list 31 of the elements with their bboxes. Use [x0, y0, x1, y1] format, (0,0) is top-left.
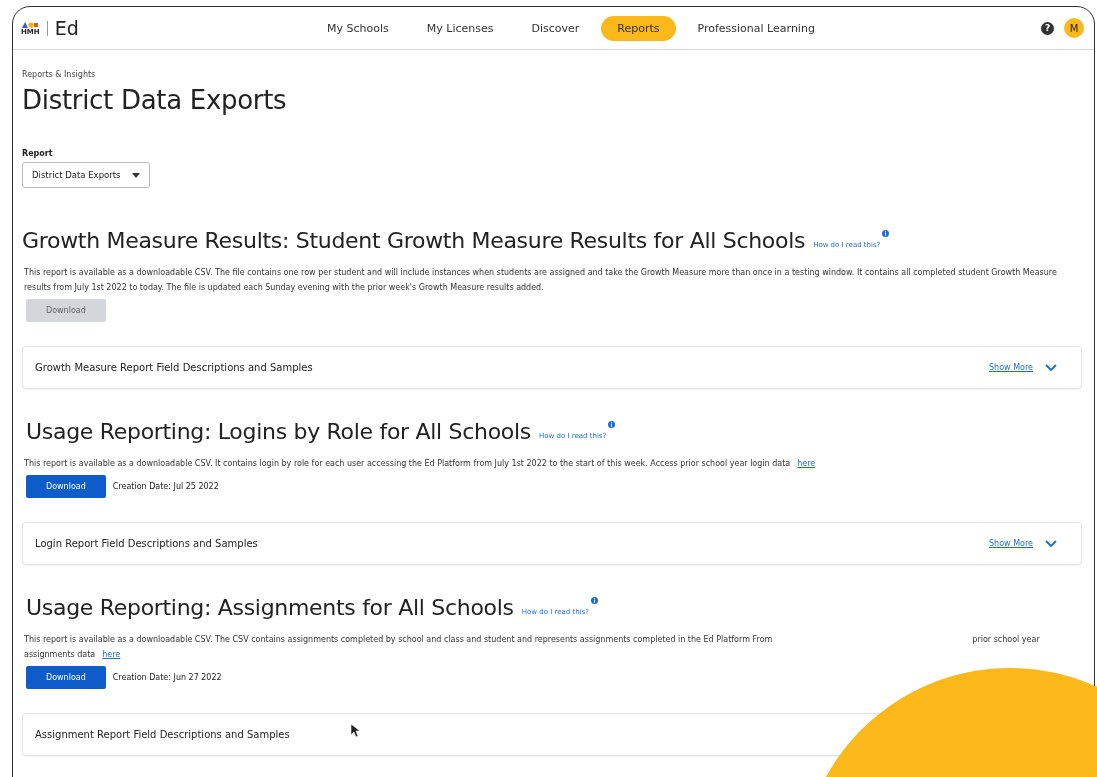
creation-date: Creation Date: Jun 27 2022: [112, 673, 222, 682]
section-title: Usage Reporting: Logins by Role for All Schools: [26, 419, 531, 444]
nav-tab[interactable]: Discover: [515, 15, 596, 41]
accordion-panel[interactable]: Growth Measure Report Field Descriptions and Samples Show More: [22, 346, 1082, 389]
accordion-title: Growth Measure Report Field Descriptions and Samples: [35, 362, 313, 373]
nav-tab[interactable]: My Licenses: [410, 15, 510, 41]
creation-date: Creation Date: Jul 25 2022: [112, 482, 219, 491]
page-title: District Data Exports: [22, 85, 288, 115]
description-text: This report is available as a downloadable CSV. It contains login by role for each user accessing the Ed Platform from July 1st 2022 to the start of this week. Access prior school year login data here: [23, 458, 817, 470]
description-text: This report is available as a downloadable CSV. The file contains one row per student and will include instances when students are assigned and take the Growth Measure more than once in a testing window. It contains all completed student Growth Measure results from July 1st 2022 to today. The file is updated each Sunday evening with the prior week's Growth Measure results added.: [23, 267, 1058, 294]
breadcrumb[interactable]: Reports & Insights: [22, 70, 1082, 79]
accordion-title: Login Report Field Descriptions and Samples: [35, 538, 258, 549]
section-title: Growth Measure Results: Student Growth Measure Results for All Schools: [22, 228, 806, 253]
show-more-link[interactable]: Show More: [989, 539, 1033, 548]
description-text: This report is available as a downloadable CSV. The CSV contains assignments completed by school and class and student and represents assignments completed in the Ed Platform From prior school year assignments data here: [23, 634, 1041, 661]
app-logo[interactable]: Ed: [47, 17, 79, 39]
help-icon[interactable]: ?: [1041, 21, 1054, 35]
nav-tab[interactable]: Professional Learning: [681, 15, 831, 41]
show-more-link[interactable]: Show More: [989, 363, 1033, 372]
here-link[interactable]: here: [102, 650, 121, 659]
user-avatar[interactable]: M: [1064, 18, 1084, 38]
download-button[interactable]: Download: [26, 475, 106, 498]
here-link[interactable]: here: [797, 459, 816, 468]
report-dropdown[interactable]: District Data Exports: [22, 162, 151, 188]
section-title: Usage Reporting: Assignments for All Schools: [26, 595, 514, 620]
accordion-panel[interactable]: Login Report Field Descriptions and Samples Show More: [22, 522, 1082, 565]
download-button[interactable]: Download: [26, 666, 106, 689]
nav-tab[interactable]: My Schools: [311, 15, 405, 41]
accordion-title: Assignment Report Field Descriptions and Samples: [35, 729, 290, 740]
nav-tab[interactable]: Reports: [601, 15, 676, 41]
field-label: Report: [22, 149, 54, 158]
